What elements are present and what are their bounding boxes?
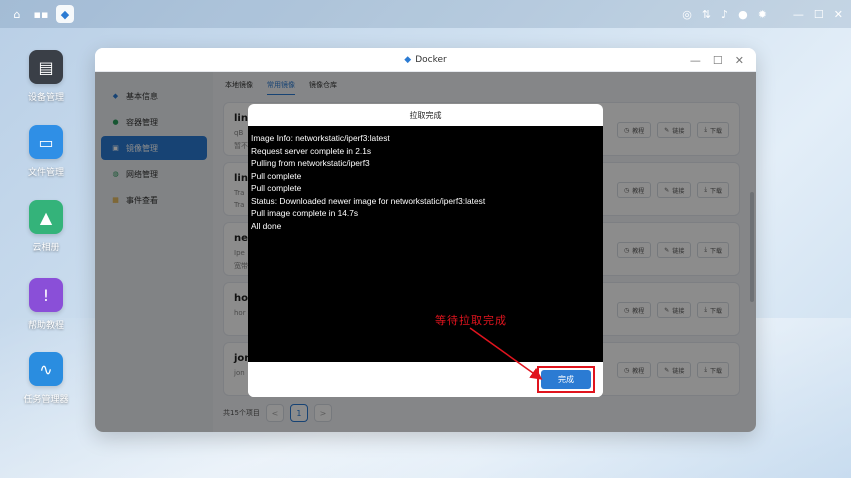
desktop-icon-help[interactable]: ! 帮助教程 [20,278,72,331]
window-maximize-button[interactable]: ☐ [713,54,723,67]
dialog-footer: 完成 [248,362,603,397]
system-top-bar: ⌂ ▪▪ ◆ ◎ ⇅ ♪ ● ✹ — ☐ ✕ [0,0,851,28]
window-title-bar: ◆ Docker — ☐ ✕ [95,48,756,72]
log-line: Status: Downloaded newer image for netwo… [251,195,486,206]
log-line: Pull image complete in 14.7s [251,208,359,218]
device-icon: ▤ [29,50,63,84]
settings-dots-icon[interactable]: ◎ [682,8,692,21]
dialog-title: 拉取完成 [409,110,442,120]
log-line: Pull complete [251,183,302,193]
desktop-icon-file-manager[interactable]: ▭ 文件管理 [20,125,72,178]
user-icon[interactable]: ● [738,8,748,21]
task-monitor-icon: ∿ [29,352,63,386]
notification-bell-icon[interactable]: ♪ [721,8,728,21]
window-title: Docker [415,54,447,65]
photo-icon: ▲ [29,200,63,234]
home-icon[interactable]: ⌂ [8,5,26,23]
close-icon[interactable]: ✕ [834,8,843,21]
desktop-icon-label: 云相册 [32,243,60,253]
log-line: Pull complete [251,170,302,181]
annotation-label: 等待拉取完成 [435,314,507,327]
desktop-icon-label: 帮助教程 [27,321,64,331]
done-button[interactable]: 完成 [541,370,591,389]
log-line: Pulling from networkstatic/iperf3 [251,158,370,168]
help-icon: ! [29,278,63,312]
gear-icon[interactable]: ✹ [758,8,767,21]
maximize-icon[interactable]: ☐ [814,8,824,21]
desktop-icon-cloud-album[interactable]: ▲ 云相册 [20,200,72,253]
log-line: Image Info: networkstatic/iperf3:latest [251,133,390,143]
log-line: Request server complete in 2.1s [251,145,372,156]
folder-icon: ▭ [29,125,63,159]
docker-taskbar-icon[interactable]: ◆ [56,5,74,23]
log-line: All done [251,220,282,231]
docker-whale-icon: ◆ [404,54,412,65]
desktop-icon-task-manager[interactable]: ∿ 任务管理器 [20,352,72,405]
minimize-all-icon[interactable]: — [793,8,804,21]
window-minimize-button[interactable]: — [690,54,701,67]
pull-complete-dialog: 拉取完成 Image Info: networkstatic/iperf3:la… [248,104,603,397]
pull-log-console: Image Info: networkstatic/iperf3:latest … [248,126,603,362]
desktop-icon-label: 文件管理 [27,168,64,178]
app-grid-icon[interactable]: ▪▪ [32,5,50,23]
desktop-icon-label: 设备管理 [27,93,64,103]
desktop-icon-device-manager[interactable]: ▤ 设备管理 [20,50,72,103]
network-icon[interactable]: ⇅ [702,8,711,21]
window-close-button[interactable]: ✕ [735,54,744,67]
desktop-icon-label: 任务管理器 [23,395,69,405]
